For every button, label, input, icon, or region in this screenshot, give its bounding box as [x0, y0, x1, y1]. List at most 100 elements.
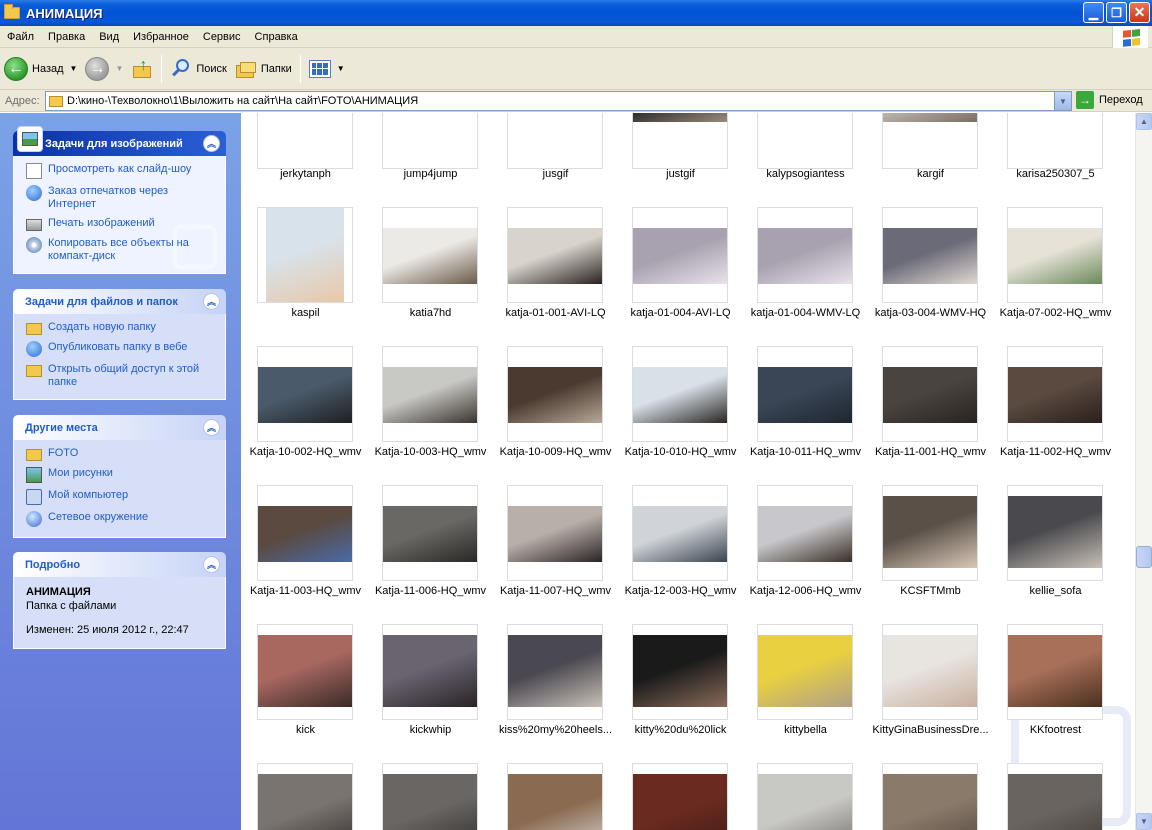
file-thumbnail[interactable]: [382, 346, 478, 442]
file-name[interactable]: karisa250307_5: [993, 168, 1118, 180]
place-network[interactable]: Сетевое окружение: [26, 511, 215, 527]
file-name[interactable]: kiss%20my%20heels...: [493, 724, 618, 736]
menu-help[interactable]: Справка: [248, 31, 305, 43]
file-name[interactable]: Katja-11-003-HQ_wmv: [243, 585, 368, 597]
collapse-chevron-icon[interactable]: ︽: [203, 135, 220, 152]
file-thumbnail[interactable]: [507, 763, 603, 830]
file-thumbnail[interactable]: [632, 113, 728, 169]
file-thumbnail[interactable]: [1007, 113, 1103, 169]
file-thumbnail[interactable]: [507, 346, 603, 442]
file-name[interactable]: Katja-07-002-HQ_wmv: [993, 307, 1118, 319]
task-publish[interactable]: Опубликовать папку в вебе: [26, 341, 215, 357]
file-thumbnail[interactable]: [1007, 485, 1103, 581]
file-thumbnail[interactable]: [257, 113, 353, 169]
file-thumbnail[interactable]: [257, 346, 353, 442]
folders-button[interactable]: Папки: [231, 51, 296, 87]
search-button[interactable]: Поиск: [166, 51, 230, 87]
close-button[interactable]: ✕: [1129, 2, 1150, 23]
file-name[interactable]: Katja-11-001-HQ_wmv: [868, 446, 993, 458]
file-thumbnail[interactable]: [507, 485, 603, 581]
other-places-header[interactable]: Другие места ︽: [13, 415, 226, 440]
image-tasks-header[interactable]: Задачи для изображений ︽: [13, 126, 226, 156]
file-tasks-header[interactable]: Задачи для файлов и папок ︽: [13, 289, 226, 314]
file-name[interactable]: Katja-12-006-HQ_wmv: [743, 585, 868, 597]
file-thumbnail[interactable]: [882, 485, 978, 581]
file-thumbnail[interactable]: [757, 624, 853, 720]
file-name[interactable]: katja-01-004-AVI-LQ: [618, 307, 743, 319]
forward-dropdown-icon[interactable]: ▼: [115, 64, 123, 73]
menu-tools[interactable]: Сервис: [196, 31, 248, 43]
back-dropdown-icon[interactable]: ▼: [70, 64, 78, 73]
vertical-scrollbar[interactable]: ▲ ▼: [1135, 113, 1152, 830]
file-name[interactable]: jusgif: [493, 168, 618, 180]
file-thumbnail[interactable]: [882, 763, 978, 830]
menu-file[interactable]: Файл: [0, 31, 41, 43]
file-name[interactable]: kickwhip: [368, 724, 493, 736]
file-thumbnail[interactable]: [882, 207, 978, 303]
file-thumbnail[interactable]: [382, 624, 478, 720]
file-name[interactable]: kalypsogiantess: [743, 168, 868, 180]
file-thumbnail[interactable]: [507, 113, 603, 169]
views-dropdown-icon[interactable]: ▼: [337, 64, 345, 73]
file-name[interactable]: KKfootrest: [993, 724, 1118, 736]
file-name[interactable]: Katja-10-002-HQ_wmv: [243, 446, 368, 458]
file-thumbnail[interactable]: [632, 207, 728, 303]
address-dropdown-icon[interactable]: ▼: [1054, 92, 1071, 110]
file-name[interactable]: Katja-12-003-HQ_wmv: [618, 585, 743, 597]
file-name[interactable]: kaspil: [243, 307, 368, 319]
file-thumbnail[interactable]: [257, 624, 353, 720]
file-thumbnail[interactable]: [382, 763, 478, 830]
file-thumbnail[interactable]: [757, 346, 853, 442]
file-name[interactable]: Katja-10-011-HQ_wmv: [743, 446, 868, 458]
back-button[interactable]: ← Назад ▼: [0, 51, 81, 87]
file-thumbnail[interactable]: [382, 485, 478, 581]
minimize-button[interactable]: ▁: [1083, 2, 1104, 23]
file-thumbnail[interactable]: [882, 113, 978, 169]
collapse-chevron-icon[interactable]: ︽: [203, 556, 220, 573]
file-thumbnail[interactable]: [632, 346, 728, 442]
file-name[interactable]: kitty%20du%20lick: [618, 724, 743, 736]
place-my-pictures[interactable]: Мои рисунки: [26, 467, 215, 483]
file-thumbnail[interactable]: [507, 624, 603, 720]
file-thumbnail[interactable]: [757, 207, 853, 303]
task-share[interactable]: Открыть общий доступ к этой папке: [26, 363, 215, 389]
menu-favorites[interactable]: Избранное: [126, 31, 196, 43]
place-my-computer[interactable]: Мой компьютер: [26, 489, 215, 505]
file-name[interactable]: Katja-10-010-HQ_wmv: [618, 446, 743, 458]
scroll-down-icon[interactable]: ▼: [1136, 813, 1152, 830]
file-name[interactable]: jerkytanph: [243, 168, 368, 180]
collapse-chevron-icon[interactable]: ︽: [203, 293, 220, 310]
maximize-button[interactable]: ❐: [1106, 2, 1127, 23]
file-thumbnail[interactable]: [632, 763, 728, 830]
file-thumbnail[interactable]: [757, 485, 853, 581]
file-thumbnail[interactable]: [1007, 207, 1103, 303]
file-thumbnail[interactable]: [882, 624, 978, 720]
file-name[interactable]: katja-01-004-WMV-LQ: [743, 307, 868, 319]
file-thumbnail[interactable]: [382, 207, 478, 303]
menu-view[interactable]: Вид: [92, 31, 126, 43]
file-thumbnail[interactable]: [1007, 763, 1103, 830]
file-thumbnail[interactable]: [757, 763, 853, 830]
file-thumbnail[interactable]: [257, 485, 353, 581]
place-foto[interactable]: FOTO: [26, 447, 215, 461]
file-thumbnail[interactable]: [757, 113, 853, 169]
file-name[interactable]: KittyGinaBusinessDre...: [868, 724, 993, 736]
file-name[interactable]: kick: [243, 724, 368, 736]
file-thumbnail[interactable]: [1007, 346, 1103, 442]
task-order-prints[interactable]: Заказ отпечатков через Интернет: [26, 185, 215, 211]
file-name[interactable]: Katja-11-002-HQ_wmv: [993, 446, 1118, 458]
task-slideshow[interactable]: Просмотреть как слайд-шоу: [26, 163, 215, 179]
file-name[interactable]: kittybella: [743, 724, 868, 736]
file-thumbnail[interactable]: [1007, 624, 1103, 720]
forward-button[interactable]: → ▼: [81, 51, 127, 87]
file-name[interactable]: katia7hd: [368, 307, 493, 319]
go-button[interactable]: → Переход: [1076, 91, 1143, 109]
task-new-folder[interactable]: Создать новую папку: [26, 321, 215, 335]
file-thumbnail[interactable]: [507, 207, 603, 303]
file-thumbnail[interactable]: [882, 346, 978, 442]
file-name[interactable]: Katja-11-006-HQ_wmv: [368, 585, 493, 597]
scroll-thumb[interactable]: [1136, 546, 1152, 568]
file-name[interactable]: Katja-10-009-HQ_wmv: [493, 446, 618, 458]
file-name[interactable]: jump4jump: [368, 168, 493, 180]
file-name[interactable]: kellie_sofa: [993, 585, 1118, 597]
